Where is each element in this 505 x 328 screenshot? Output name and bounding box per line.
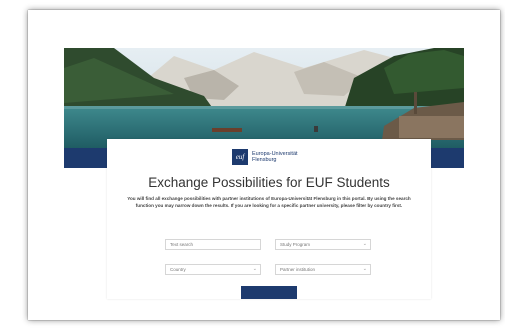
intro-text: You will find all exchange possibilities… xyxy=(127,196,411,208)
study-program-select[interactable]: Study Program ⌄ xyxy=(275,239,371,250)
text-search-placeholder: Text search xyxy=(170,242,194,247)
search-card: euf Europa-Universität Flensburg Exchang… xyxy=(107,139,431,299)
page-title: Exchange Possibilities for EUF Students xyxy=(148,175,390,190)
text-search-input[interactable]: Text search xyxy=(165,239,261,250)
euf-logo-mark-icon: euf xyxy=(232,149,248,165)
chevron-down-icon: ⌄ xyxy=(252,266,257,272)
partner-institution-placeholder: Partner institution xyxy=(280,267,316,272)
logo-line-2: Flensburg xyxy=(252,157,277,163)
study-program-placeholder: Study Program xyxy=(280,242,311,247)
country-placeholder: Country xyxy=(170,267,186,272)
country-select[interactable]: Country ⌄ xyxy=(165,264,261,275)
logo-text: Europa-Universität Flensburg xyxy=(252,151,298,163)
chevron-down-icon: ⌄ xyxy=(362,241,367,247)
university-logo[interactable]: euf Europa-Universität Flensburg xyxy=(232,147,298,167)
chevron-down-icon: ⌄ xyxy=(362,266,367,272)
search-button[interactable] xyxy=(241,286,297,299)
partner-institution-select[interactable]: Partner institution ⌄ xyxy=(275,264,371,275)
